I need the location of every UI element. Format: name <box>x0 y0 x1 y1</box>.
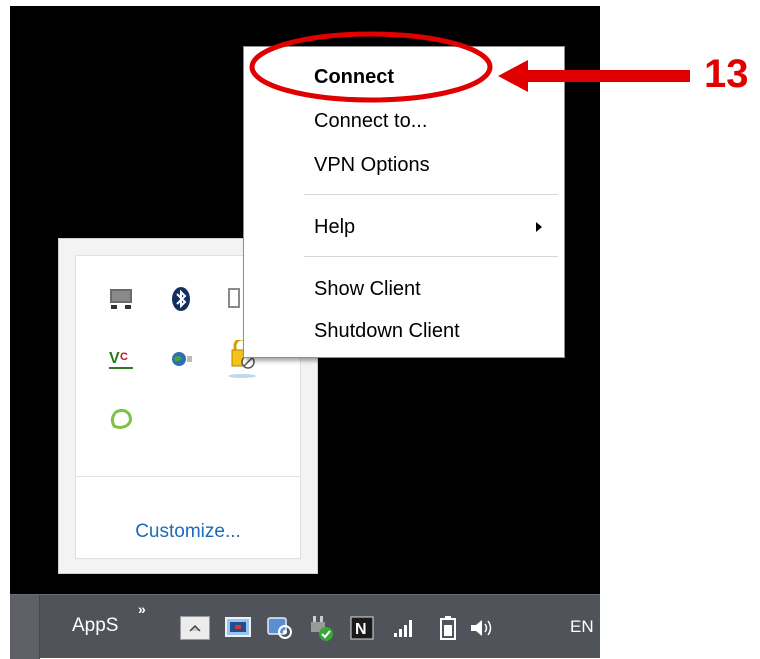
display-icon[interactable] <box>108 286 134 312</box>
menu-item-help[interactable]: Help <box>244 209 564 245</box>
battery-icon[interactable] <box>434 614 462 642</box>
network-globe-icon[interactable] <box>168 346 194 372</box>
network-settings-icon[interactable] <box>266 614 294 642</box>
show-hidden-icons-button[interactable] <box>180 616 210 640</box>
n-app-icon[interactable]: N <box>348 614 376 642</box>
menu-item-label: VPN Options <box>314 153 430 176</box>
menu-item-label: Connect <box>314 65 394 88</box>
menu-separator <box>304 194 558 195</box>
step-number: 13 <box>704 52 749 96</box>
svg-text:N: N <box>355 621 367 638</box>
bluetooth-icon[interactable] <box>168 286 194 312</box>
signal-bars-icon[interactable] <box>390 614 418 642</box>
taskbar-left-edge[interactable] <box>10 595 40 659</box>
menu-item-connect[interactable]: Connect <box>244 59 564 95</box>
svg-text:V: V <box>109 350 120 367</box>
partial-icon[interactable] <box>228 286 240 312</box>
menu-item-label: Shutdown Client <box>314 319 460 342</box>
menu-separator <box>304 256 558 257</box>
menu-item-shutdown-client[interactable]: Shutdown Client <box>244 313 564 349</box>
menu-item-show-client[interactable]: Show Client <box>244 271 564 307</box>
chevron-up-icon <box>189 624 201 632</box>
power-plug-icon[interactable] <box>306 614 334 642</box>
screen-icon[interactable] <box>224 614 252 642</box>
submenu-arrow-icon <box>536 222 542 232</box>
volume-icon[interactable] <box>468 614 496 642</box>
language-indicator[interactable]: EN <box>570 617 594 637</box>
green-chat-icon[interactable] <box>108 406 134 432</box>
vnc-icon[interactable]: V C <box>108 346 134 372</box>
menu-item-connect-to[interactable]: Connect to... <box>244 103 564 139</box>
vpn-context-menu: Connect Connect to... VPN Options Help S… <box>243 46 565 358</box>
toolbar-label[interactable]: AppS <box>72 615 118 637</box>
menu-item-label: Show Client <box>314 277 421 300</box>
menu-item-label: Help <box>314 215 356 238</box>
menu-item-vpn-options[interactable]: VPN Options <box>244 147 564 183</box>
taskbar: AppS » N EN <box>10 594 600 659</box>
flyout-divider <box>76 476 300 477</box>
customize-link[interactable]: Customize... <box>76 521 300 543</box>
toolbar-chevron-icon[interactable]: » <box>138 601 146 617</box>
menu-item-label: Connect to... <box>314 109 428 132</box>
svg-text:C: C <box>120 351 128 363</box>
